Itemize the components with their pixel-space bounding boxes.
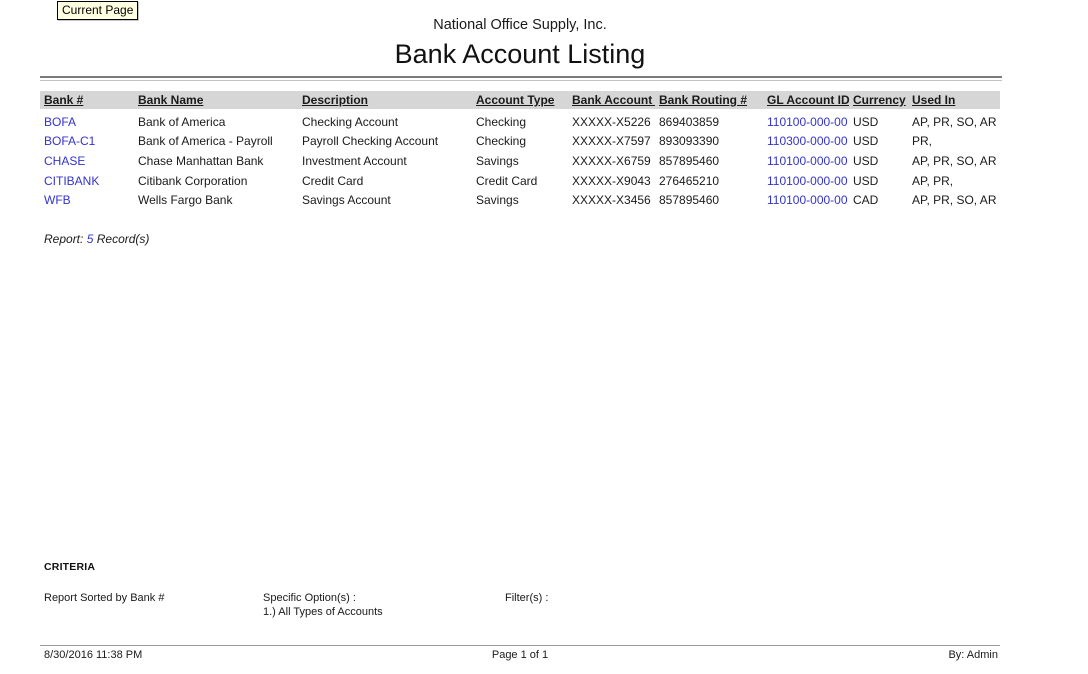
currency-cell: USD bbox=[849, 115, 908, 129]
report-page: Current Page National Office Supply, Inc… bbox=[0, 0, 1088, 674]
table-row: CITIBANK Citibank Corporation Credit Car… bbox=[40, 171, 1000, 191]
bank-account-cell: XXXXX-X7597 bbox=[568, 134, 655, 148]
specific-option-item: 1.) All Types of Accounts bbox=[263, 606, 383, 618]
record-count: Report: 5 Record(s) bbox=[44, 232, 149, 246]
description-cell: Checking Account bbox=[298, 115, 472, 129]
gl-account-link[interactable]: 110300-000-00 bbox=[763, 134, 849, 148]
account-type-cell: Savings bbox=[472, 154, 568, 168]
bank-id-link[interactable]: BOFA-C1 bbox=[40, 134, 134, 148]
page-title: Bank Account Listing bbox=[40, 39, 1000, 70]
bank-routing-cell: 857895460 bbox=[655, 154, 763, 168]
bank-routing-cell: 276465210 bbox=[655, 174, 763, 188]
column-header-gl-account: GL Account ID bbox=[763, 93, 849, 107]
account-type-cell: Credit Card bbox=[472, 174, 568, 188]
table-row: BOFA Bank of America Checking Account Ch… bbox=[40, 112, 1000, 132]
column-header-account-type: Account Type bbox=[472, 93, 568, 107]
currency-cell: USD bbox=[849, 134, 908, 148]
criteria-filters-label: Filter(s) : bbox=[505, 592, 548, 604]
gl-account-link[interactable]: 110100-000-00 bbox=[763, 193, 849, 207]
table-row: WFB Wells Fargo Bank Savings Account Sav… bbox=[40, 190, 1000, 210]
bank-account-cell: XXXXX-X9043 bbox=[568, 174, 655, 188]
currency-cell: USD bbox=[849, 174, 908, 188]
footer-author: By: Admin bbox=[948, 649, 998, 661]
table-row: CHASE Chase Manhattan Bank Investment Ac… bbox=[40, 151, 1000, 171]
used-in-cell: AP, PR, bbox=[908, 174, 1000, 188]
used-in-cell: AP, PR, SO, AR bbox=[908, 193, 1000, 207]
table-header-row: Bank # Bank Name Description Account Typ… bbox=[40, 91, 1000, 109]
bank-routing-cell: 869403859 bbox=[655, 115, 763, 129]
column-header-currency: Currency bbox=[849, 93, 908, 107]
bank-account-cell: XXXXX-X5226 bbox=[568, 115, 655, 129]
used-in-cell: AP, PR, SO, AR bbox=[908, 115, 1000, 129]
description-cell: Payroll Checking Account bbox=[298, 134, 472, 148]
account-type-cell: Checking bbox=[472, 134, 568, 148]
bank-id-link[interactable]: CITIBANK bbox=[40, 174, 134, 188]
bank-name-cell: Citibank Corporation bbox=[134, 174, 298, 188]
column-header-used-in: Used In bbox=[908, 93, 1000, 107]
specific-options-label: Specific Option(s) : bbox=[263, 592, 383, 604]
column-header-bank-name: Bank Name bbox=[134, 93, 298, 107]
bank-account-cell: XXXXX-X6759 bbox=[568, 154, 655, 168]
company-name: National Office Supply, Inc. bbox=[40, 17, 1000, 33]
gl-account-link[interactable]: 110100-000-00 bbox=[763, 154, 849, 168]
criteria-sorted-by: Report Sorted by Bank # bbox=[44, 592, 164, 604]
column-header-bank-id: Bank # bbox=[40, 93, 134, 107]
column-header-bank-account: Bank Account # bbox=[568, 93, 655, 107]
description-cell: Savings Account bbox=[298, 193, 472, 207]
bank-id-link[interactable]: BOFA bbox=[40, 115, 134, 129]
column-header-bank-routing: Bank Routing # bbox=[655, 93, 763, 107]
table-row: BOFA-C1 Bank of America - Payroll Payrol… bbox=[40, 132, 1000, 152]
bank-routing-cell: 893093390 bbox=[655, 134, 763, 148]
table-body: BOFA Bank of America Checking Account Ch… bbox=[40, 112, 1000, 210]
title-divider bbox=[40, 76, 1002, 81]
gl-account-link[interactable]: 110100-000-00 bbox=[763, 115, 849, 129]
record-count-prefix: Report: bbox=[44, 232, 83, 246]
criteria-specific-options: Specific Option(s) : 1.) All Types of Ac… bbox=[263, 592, 383, 618]
footer-divider bbox=[40, 645, 1000, 646]
account-type-cell: Checking bbox=[472, 115, 568, 129]
description-cell: Investment Account bbox=[298, 154, 472, 168]
bank-name-cell: Bank of America - Payroll bbox=[134, 134, 298, 148]
bank-id-link[interactable]: WFB bbox=[40, 193, 134, 207]
record-count-suffix: Record(s) bbox=[97, 232, 150, 246]
report-header: National Office Supply, Inc. Bank Accoun… bbox=[40, 17, 1000, 70]
bank-name-cell: Chase Manhattan Bank bbox=[134, 154, 298, 168]
bank-name-cell: Bank of America bbox=[134, 115, 298, 129]
bank-account-table: Bank # Bank Name Description Account Typ… bbox=[40, 91, 1000, 210]
bank-account-cell: XXXXX-X3456 bbox=[568, 193, 655, 207]
description-cell: Credit Card bbox=[298, 174, 472, 188]
record-count-number: 5 bbox=[87, 232, 94, 246]
bank-id-link[interactable]: CHASE bbox=[40, 154, 134, 168]
currency-cell: CAD bbox=[849, 193, 908, 207]
column-header-description: Description bbox=[298, 93, 472, 107]
used-in-cell: PR, bbox=[908, 134, 1000, 148]
footer-page-number: Page 1 of 1 bbox=[40, 649, 1000, 661]
bank-name-cell: Wells Fargo Bank bbox=[134, 193, 298, 207]
criteria-heading: CRITERIA bbox=[44, 561, 95, 573]
used-in-cell: AP, PR, SO, AR bbox=[908, 154, 1000, 168]
account-type-cell: Savings bbox=[472, 193, 568, 207]
gl-account-link[interactable]: 110100-000-00 bbox=[763, 174, 849, 188]
currency-cell: USD bbox=[849, 154, 908, 168]
bank-routing-cell: 857895460 bbox=[655, 193, 763, 207]
